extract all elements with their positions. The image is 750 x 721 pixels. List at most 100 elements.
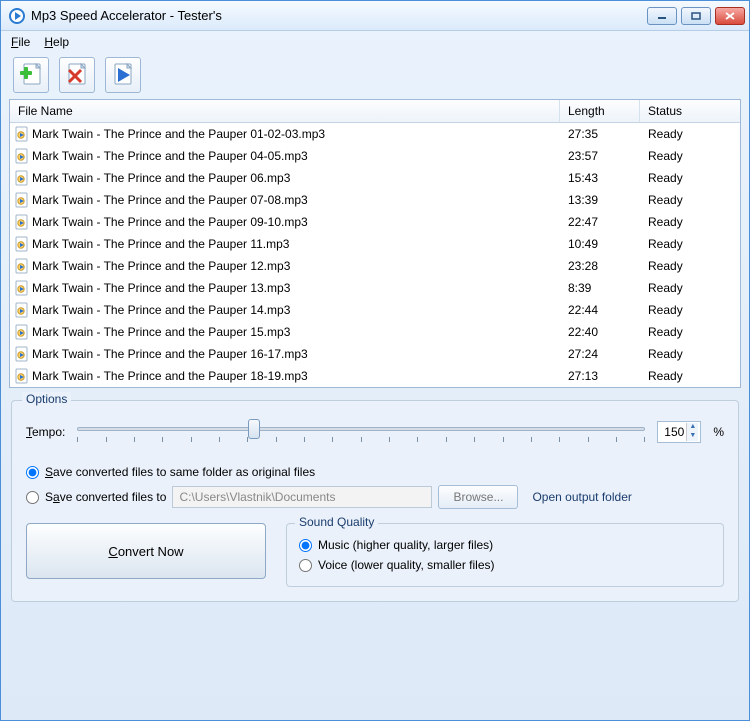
open-output-folder-link[interactable]: Open output folder bbox=[532, 490, 631, 504]
options-label: Options bbox=[22, 392, 71, 406]
sound-music-radio[interactable] bbox=[299, 539, 312, 552]
tempo-label: Tempo: bbox=[26, 425, 65, 439]
file-length: 8:39 bbox=[560, 281, 640, 295]
sound-voice-radio[interactable] bbox=[299, 559, 312, 572]
table-row[interactable]: Mark Twain - The Prince and the Pauper 0… bbox=[10, 123, 740, 145]
remove-file-button[interactable] bbox=[59, 57, 95, 93]
table-row[interactable]: Mark Twain - The Prince and the Pauper 0… bbox=[10, 189, 740, 211]
sound-quality-label: Sound Quality bbox=[295, 515, 378, 529]
file-name: Mark Twain - The Prince and the Pauper 0… bbox=[30, 171, 560, 185]
file-status: Ready bbox=[640, 127, 740, 141]
file-status: Ready bbox=[640, 193, 740, 207]
file-icon bbox=[10, 280, 30, 296]
file-status: Ready bbox=[640, 303, 740, 317]
file-status: Ready bbox=[640, 369, 740, 383]
file-name: Mark Twain - The Prince and the Pauper 1… bbox=[30, 303, 560, 317]
window-title: Mp3 Speed Accelerator - Tester's bbox=[31, 8, 647, 23]
menubar: File Help bbox=[1, 31, 749, 53]
play-button[interactable] bbox=[105, 57, 141, 93]
file-icon bbox=[10, 302, 30, 318]
menu-help[interactable]: Help bbox=[44, 35, 69, 49]
save-path-input[interactable] bbox=[172, 486, 432, 508]
table-row[interactable]: Mark Twain - The Prince and the Pauper 1… bbox=[10, 321, 740, 343]
app-icon bbox=[9, 8, 25, 24]
add-file-button[interactable] bbox=[13, 57, 49, 93]
col-header-length[interactable]: Length bbox=[560, 100, 640, 122]
spin-up-icon[interactable]: ▲ bbox=[686, 423, 698, 432]
file-icon bbox=[10, 170, 30, 186]
file-length: 23:28 bbox=[560, 259, 640, 273]
file-icon bbox=[10, 192, 30, 208]
file-name: Mark Twain - The Prince and the Pauper 1… bbox=[30, 347, 560, 361]
table-row[interactable]: Mark Twain - The Prince and the Pauper 1… bbox=[10, 343, 740, 365]
file-name: Mark Twain - The Prince and the Pauper 1… bbox=[30, 369, 560, 383]
file-name: Mark Twain - The Prince and the Pauper 0… bbox=[30, 127, 560, 141]
file-name: Mark Twain - The Prince and the Pauper 1… bbox=[30, 259, 560, 273]
file-status: Ready bbox=[640, 171, 740, 185]
file-status: Ready bbox=[640, 237, 740, 251]
file-icon bbox=[10, 346, 30, 362]
file-length: 27:13 bbox=[560, 369, 640, 383]
minimize-button[interactable] bbox=[647, 7, 677, 25]
sound-voice-label: Voice (lower quality, smaller files) bbox=[318, 558, 495, 572]
file-name: Mark Twain - The Prince and the Pauper 0… bbox=[30, 215, 560, 229]
maximize-button[interactable] bbox=[681, 7, 711, 25]
table-row[interactable]: Mark Twain - The Prince and the Pauper 0… bbox=[10, 211, 740, 233]
table-row[interactable]: Mark Twain - The Prince and the Pauper 0… bbox=[10, 167, 740, 189]
slider-thumb-icon[interactable] bbox=[248, 419, 260, 439]
table-row[interactable]: Mark Twain - The Prince and the Pauper 1… bbox=[10, 277, 740, 299]
tempo-value-spin[interactable]: ▲ ▼ bbox=[657, 421, 701, 443]
table-row[interactable]: Mark Twain - The Prince and the Pauper 1… bbox=[10, 255, 740, 277]
tempo-unit: % bbox=[713, 425, 724, 439]
menu-file[interactable]: File bbox=[11, 35, 30, 49]
spin-down-icon[interactable]: ▼ bbox=[686, 432, 698, 441]
file-status: Ready bbox=[640, 281, 740, 295]
sound-quality-group: Sound Quality Music (higher quality, lar… bbox=[286, 523, 724, 587]
file-status: Ready bbox=[640, 215, 740, 229]
list-header: File Name Length Status bbox=[10, 100, 740, 123]
col-header-status[interactable]: Status bbox=[640, 100, 740, 122]
file-icon bbox=[10, 214, 30, 230]
titlebar[interactable]: Mp3 Speed Accelerator - Tester's bbox=[1, 1, 749, 31]
col-header-name[interactable]: File Name bbox=[10, 100, 560, 122]
file-status: Ready bbox=[640, 259, 740, 273]
file-icon bbox=[10, 148, 30, 164]
file-list: File Name Length Status Mark Twain - The… bbox=[9, 99, 741, 388]
file-name: Mark Twain - The Prince and the Pauper 1… bbox=[30, 325, 560, 339]
file-name: Mark Twain - The Prince and the Pauper 0… bbox=[30, 193, 560, 207]
save-to-radio[interactable] bbox=[26, 491, 39, 504]
close-button[interactable] bbox=[715, 7, 745, 25]
file-length: 23:57 bbox=[560, 149, 640, 163]
save-same-label: Save converted files to same folder as o… bbox=[45, 465, 315, 479]
save-same-radio[interactable] bbox=[26, 466, 39, 479]
table-row[interactable]: Mark Twain - The Prince and the Pauper 1… bbox=[10, 233, 740, 255]
file-status: Ready bbox=[640, 325, 740, 339]
convert-now-button[interactable]: Convert Now bbox=[26, 523, 266, 579]
file-length: 22:44 bbox=[560, 303, 640, 317]
sound-music-label: Music (higher quality, larger files) bbox=[318, 538, 493, 552]
file-icon bbox=[10, 324, 30, 340]
file-icon bbox=[10, 236, 30, 252]
save-to-label: Save converted files to bbox=[45, 490, 166, 504]
file-icon bbox=[10, 258, 30, 274]
file-status: Ready bbox=[640, 347, 740, 361]
file-status: Ready bbox=[640, 149, 740, 163]
file-icon bbox=[10, 126, 30, 142]
main-window: Mp3 Speed Accelerator - Tester's File He… bbox=[0, 0, 750, 721]
file-name: Mark Twain - The Prince and the Pauper 0… bbox=[30, 149, 560, 163]
file-name: Mark Twain - The Prince and the Pauper 1… bbox=[30, 237, 560, 251]
file-length: 10:49 bbox=[560, 237, 640, 251]
table-row[interactable]: Mark Twain - The Prince and the Pauper 1… bbox=[10, 299, 740, 321]
table-row[interactable]: Mark Twain - The Prince and the Pauper 1… bbox=[10, 365, 740, 387]
file-length: 27:35 bbox=[560, 127, 640, 141]
options-group: Options Tempo: ▲ ▼ % Save converted file… bbox=[11, 400, 739, 602]
file-length: 27:24 bbox=[560, 347, 640, 361]
file-icon bbox=[10, 368, 30, 384]
toolbar bbox=[1, 53, 749, 99]
tempo-slider[interactable] bbox=[77, 417, 645, 447]
table-row[interactable]: Mark Twain - The Prince and the Pauper 0… bbox=[10, 145, 740, 167]
file-length: 15:43 bbox=[560, 171, 640, 185]
browse-button[interactable]: Browse... bbox=[438, 485, 518, 509]
file-name: Mark Twain - The Prince and the Pauper 1… bbox=[30, 281, 560, 295]
tempo-value-input[interactable] bbox=[658, 425, 686, 439]
